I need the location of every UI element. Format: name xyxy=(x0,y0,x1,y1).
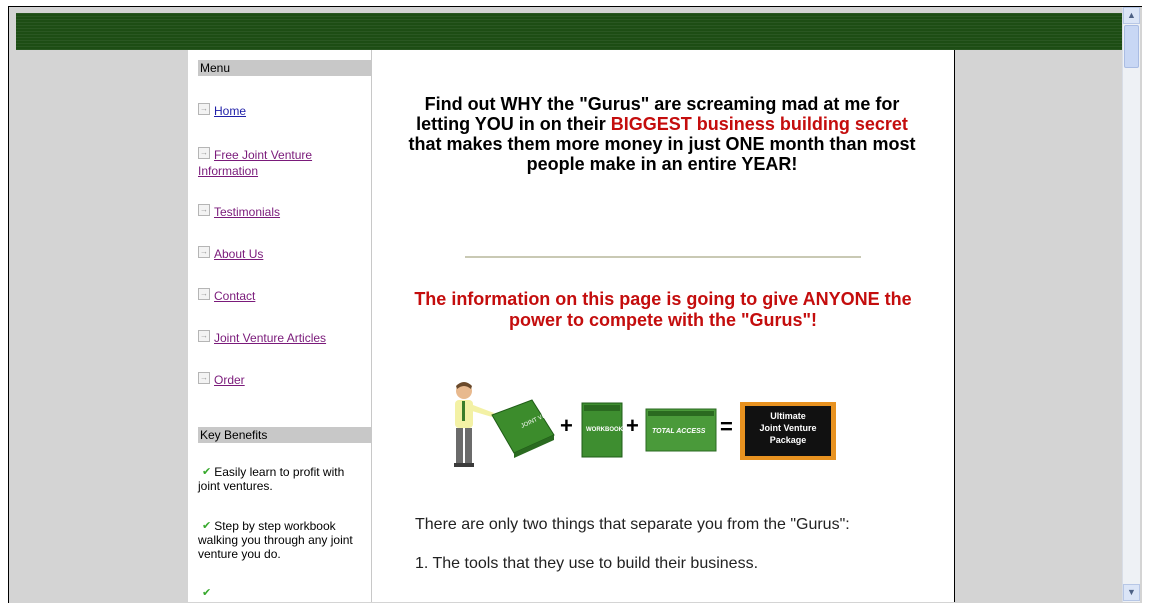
arrow-icon: → xyxy=(198,204,210,216)
right-margin xyxy=(955,50,1122,602)
product-bundle-image: JOINT VENTURE SEEKER + WORKBOOK + TOTAL … xyxy=(454,382,836,467)
scroll-down-button[interactable]: ▼ xyxy=(1123,584,1140,601)
free-jv-info-link[interactable]: Free Joint Venture Information xyxy=(198,148,312,178)
checkmark-icon: ✔ xyxy=(202,466,212,478)
benefit-item: ✔ xyxy=(198,586,368,600)
home-link[interactable]: Home xyxy=(214,104,246,118)
arrow-icon: → xyxy=(198,288,210,300)
jv-articles-link[interactable]: Joint Venture Articles xyxy=(214,331,326,345)
package-line2: Joint Venture xyxy=(759,423,816,433)
body-paragraph: 1. The tools that they use to build thei… xyxy=(415,555,759,572)
book3-title: TOTAL ACCESS xyxy=(652,428,706,435)
subheadline: The information on this page is going to… xyxy=(414,289,912,330)
sidebar-item-home: → Home xyxy=(198,103,368,119)
page-headline: Find out WHY the "Gurus" are screaming m… xyxy=(402,94,922,174)
divider xyxy=(465,256,861,258)
sidebar-item-contact: → Contact xyxy=(198,288,368,304)
sidebar: Menu → Home → Free Joint Venture Informati… xyxy=(188,50,372,602)
sidebar-item-testimonials: → Testimonials xyxy=(198,204,368,220)
sidebar-item-about-us: → About Us xyxy=(198,246,368,262)
contact-link[interactable]: Contact xyxy=(214,289,255,303)
order-link[interactable]: Order xyxy=(214,373,245,387)
benefit-text: Step by step workbook walking you throug… xyxy=(198,519,353,561)
benefit-text: Easily learn to profit with joint ventur… xyxy=(198,465,345,493)
arrow-icon: → xyxy=(198,372,210,384)
book-workbook: WORKBOOK xyxy=(581,402,624,458)
package-line1: Ultimate xyxy=(770,411,806,421)
arrow-icon: → xyxy=(198,246,210,258)
package-line3: Package xyxy=(770,435,807,445)
vertical-scrollbar[interactable]: ▲ ▼ xyxy=(1122,7,1140,602)
book-total-access: TOTAL ACCESS xyxy=(645,408,717,452)
body-paragraph: There are only two things that separate … xyxy=(415,516,850,533)
sidebar-item-free-jv-info: → Free Joint Venture Information xyxy=(198,147,368,179)
plus-sign: + xyxy=(560,413,573,438)
plus-sign: + xyxy=(626,413,639,438)
headline-highlight: BIGGEST business building secret xyxy=(610,114,908,134)
equals-sign: = xyxy=(720,414,733,439)
main-content: Find out WHY the "Gurus" are screaming m… xyxy=(372,50,955,602)
about-us-link[interactable]: About Us xyxy=(214,247,263,261)
headline-text-end: that makes them more money in just ONE m… xyxy=(408,134,916,174)
benefits-heading: Key Benefits xyxy=(198,427,372,443)
checkmark-icon: ✔ xyxy=(202,520,212,532)
left-margin xyxy=(16,50,188,602)
presenter-figure xyxy=(454,382,494,467)
benefit-item: ✔ Step by step workbook walking you throu… xyxy=(198,519,368,561)
book-jv-seeker: JOINT VENTURE SEEKER xyxy=(491,393,590,458)
testimonials-link[interactable]: Testimonials xyxy=(214,205,280,219)
header-bar xyxy=(16,13,1122,50)
arrow-icon: → xyxy=(198,103,210,115)
benefit-item: ✔ Easily learn to profit with joint ventu… xyxy=(198,465,368,493)
menu-heading: Menu xyxy=(198,60,372,76)
scroll-up-button[interactable]: ▲ xyxy=(1123,7,1140,24)
arrow-icon: → xyxy=(198,147,210,159)
arrow-icon: → xyxy=(198,330,210,342)
scroll-thumb[interactable] xyxy=(1124,25,1139,68)
ultimate-package-box: Ultimate Joint Venture Package xyxy=(740,402,836,460)
book2-title: WORKBOOK xyxy=(586,427,624,433)
checkmark-icon: ✔ xyxy=(202,587,212,599)
sidebar-item-order: → Order xyxy=(198,372,368,388)
sidebar-item-jv-articles: → Joint Venture Articles xyxy=(198,330,368,346)
